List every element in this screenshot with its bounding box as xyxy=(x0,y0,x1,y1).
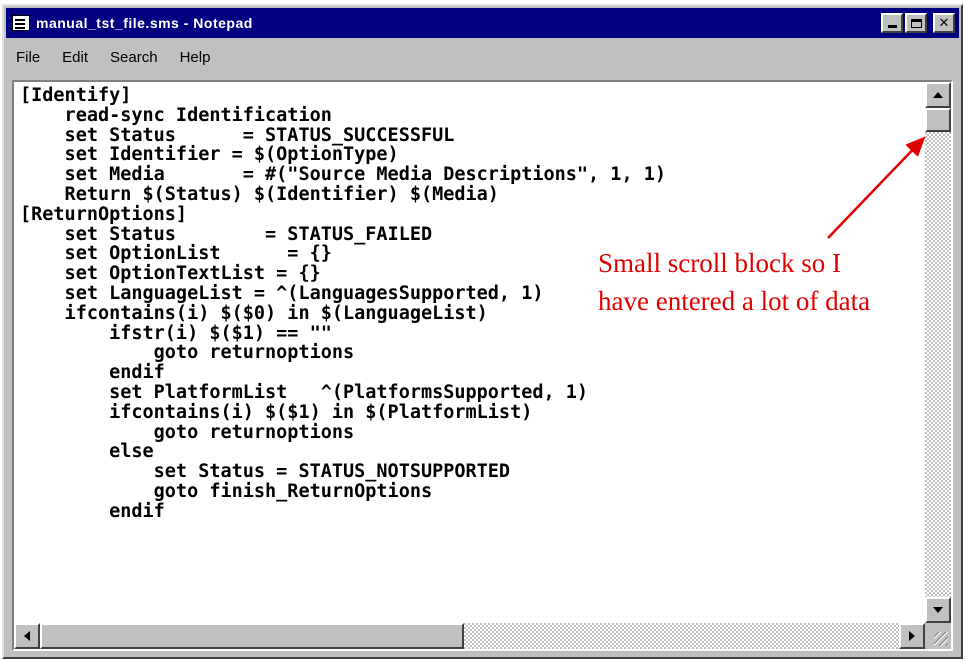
menu-file[interactable]: File xyxy=(16,49,40,66)
arrow-up-icon xyxy=(933,92,943,98)
minimize-button[interactable] xyxy=(881,13,903,33)
arrow-left-icon xyxy=(24,631,30,641)
code-line: ifcontains(i) $($0) in $(LanguageList) xyxy=(20,302,488,324)
title-bar[interactable]: manual_tst_file.sms - Notepad ✕ xyxy=(6,8,959,38)
code-line: set LanguageList = ^(LanguagesSupported,… xyxy=(20,282,544,304)
annotation-text: Small scroll block so I have entered a l… xyxy=(598,244,870,320)
notepad-window: manual_tst_file.sms - Notepad ✕ File Edi… xyxy=(2,4,963,659)
menu-search[interactable]: Search xyxy=(110,49,158,66)
maximize-button[interactable] xyxy=(905,13,927,33)
menu-bar: File Edit Search Help xyxy=(6,40,959,74)
code-line: set OptionList = {} xyxy=(20,243,332,265)
horizontal-scrollbar[interactable] xyxy=(14,623,925,649)
close-icon: ✕ xyxy=(938,15,950,31)
window-title: manual_tst_file.sms - Notepad xyxy=(36,15,253,31)
code-line: goto finish_ReturnOptions xyxy=(20,480,433,502)
code-line: set Status = STATUS_SUCCESSFUL xyxy=(20,124,455,146)
code-line: ifstr(i) $($1) == "" xyxy=(20,322,332,344)
scroll-left-button[interactable] xyxy=(14,623,40,649)
code-line: [Identify] xyxy=(20,85,132,106)
title-buttons: ✕ xyxy=(881,13,955,33)
code-line: set Status = STATUS_FAILED xyxy=(20,223,433,245)
vertical-scrollbar[interactable] xyxy=(925,82,951,623)
scroll-up-button[interactable] xyxy=(925,82,951,108)
close-button[interactable]: ✕ xyxy=(933,13,955,33)
text-area[interactable]: [Identify] read-sync Identification set … xyxy=(16,84,921,619)
annotation-line-2: have entered a lot of data xyxy=(598,286,871,316)
annotation-line-1: Small scroll block so I xyxy=(598,248,841,278)
horizontal-scroll-thumb[interactable] xyxy=(40,623,464,649)
code-line: else xyxy=(20,441,154,463)
menu-edit[interactable]: Edit xyxy=(62,49,88,66)
size-grip[interactable] xyxy=(925,623,951,649)
text-editor: [Identify] read-sync Identification set … xyxy=(12,80,953,651)
code-line: set OptionTextList = {} xyxy=(20,263,321,285)
menu-help[interactable]: Help xyxy=(180,49,211,66)
code-line: [ReturnOptions] xyxy=(20,203,188,225)
code-line: goto returnoptions xyxy=(20,421,355,443)
scroll-right-button[interactable] xyxy=(899,623,925,649)
maximize-icon xyxy=(910,18,922,28)
code-line: set Identifier = $(OptionType) xyxy=(20,144,399,166)
code-line: set Status = STATUS_NOTSUPPORTED xyxy=(20,461,511,483)
code-line: ifcontains(i) $($1) in $(PlatformList) xyxy=(20,401,533,423)
code-line: Return $(Status) $(Identifier) $(Media) xyxy=(20,183,499,205)
code-line: endif xyxy=(20,500,165,522)
minimize-icon xyxy=(887,25,897,28)
code-line: set Media = #("Source Media Descriptions… xyxy=(20,164,667,186)
code-line: set PlatformList ^(PlatformsSupported, 1… xyxy=(20,381,589,403)
arrow-down-icon xyxy=(933,607,943,613)
code-line: endif xyxy=(20,362,165,384)
arrow-right-icon xyxy=(909,631,915,641)
code-line: read-sync Identification xyxy=(20,104,332,126)
notepad-icon[interactable] xyxy=(12,15,30,31)
vertical-scroll-thumb[interactable] xyxy=(925,108,951,132)
scroll-down-button[interactable] xyxy=(925,597,951,623)
code-line: goto returnoptions xyxy=(20,342,355,364)
